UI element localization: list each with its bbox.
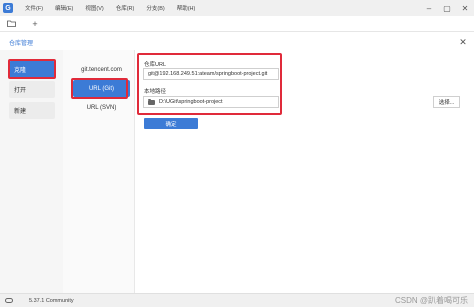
repo-url-input[interactable]: git@192.168.249.51:ateam/springboot-proj… [143, 68, 279, 80]
source-url-svn[interactable]: URL (SVN) [73, 99, 130, 116]
nav-open[interactable]: 打开 [9, 81, 55, 98]
app-logo-icon: G [3, 3, 13, 13]
local-path-input[interactable]: D:\UGit\springboot-project [143, 96, 279, 108]
menu-help[interactable]: 帮助(H) [171, 4, 202, 12]
menu-branch[interactable]: 分支(B) [140, 4, 170, 12]
source-url-git[interactable]: URL (Git) [73, 80, 130, 97]
status-bar: 5.37.1 Community CSDN @趴着喝可乐 [0, 293, 474, 307]
menu-file[interactable]: 文件(F) [19, 4, 49, 12]
select-path-button[interactable]: 选择... [433, 96, 460, 108]
nav-new[interactable]: 新建 [9, 102, 55, 119]
left-nav: 克隆 打开 新建 [0, 50, 63, 293]
source-tencent[interactable]: git.tencent.com [73, 61, 130, 78]
title-bar: G 文件(F) 编辑(E) 视图(V) 仓库(R) 分支(B) 帮助(H) – … [0, 0, 474, 16]
add-repository-button[interactable]: + [27, 17, 43, 31]
cloud-icon [5, 298, 13, 303]
local-path-value: D:\UGit\springboot-project [159, 99, 223, 105]
source-list: git.tencent.com URL (Git) URL (SVN) [63, 50, 135, 293]
menu-view[interactable]: 视图(V) [79, 4, 109, 12]
menu-repository[interactable]: 仓库(R) [110, 4, 141, 12]
dialog-close-button[interactable]: ✕ [457, 36, 469, 48]
dialog-title: 仓库管理 [9, 41, 34, 47]
menu-bar: 文件(F) 编辑(E) 视图(V) 仓库(R) 分支(B) 帮助(H) [19, 4, 201, 12]
plus-icon: + [32, 18, 38, 29]
version-text: 5.37.1 Community [29, 297, 74, 304]
maximize-button[interactable]: ▢ [438, 0, 456, 16]
minimize-button[interactable]: – [420, 0, 438, 16]
open-folder-button[interactable] [3, 17, 19, 31]
menu-edit[interactable]: 编辑(E) [49, 4, 79, 12]
repo-url-label: 仓库URL [144, 62, 167, 68]
watermark: CSDN @趴着喝可乐 [394, 296, 468, 305]
window-controls: – ▢ ✕ [420, 0, 474, 16]
close-window-button[interactable]: ✕ [456, 0, 474, 16]
folder-icon [6, 20, 16, 27]
folder-icon [148, 98, 155, 105]
local-path-label: 本地路径 [144, 89, 167, 95]
toolbar: + [0, 16, 474, 32]
repo-url-value: git@192.168.249.51:ateam/springboot-proj… [148, 71, 268, 77]
nav-clone[interactable]: 克隆 [9, 61, 55, 78]
confirm-button[interactable]: 确定 [144, 118, 198, 129]
